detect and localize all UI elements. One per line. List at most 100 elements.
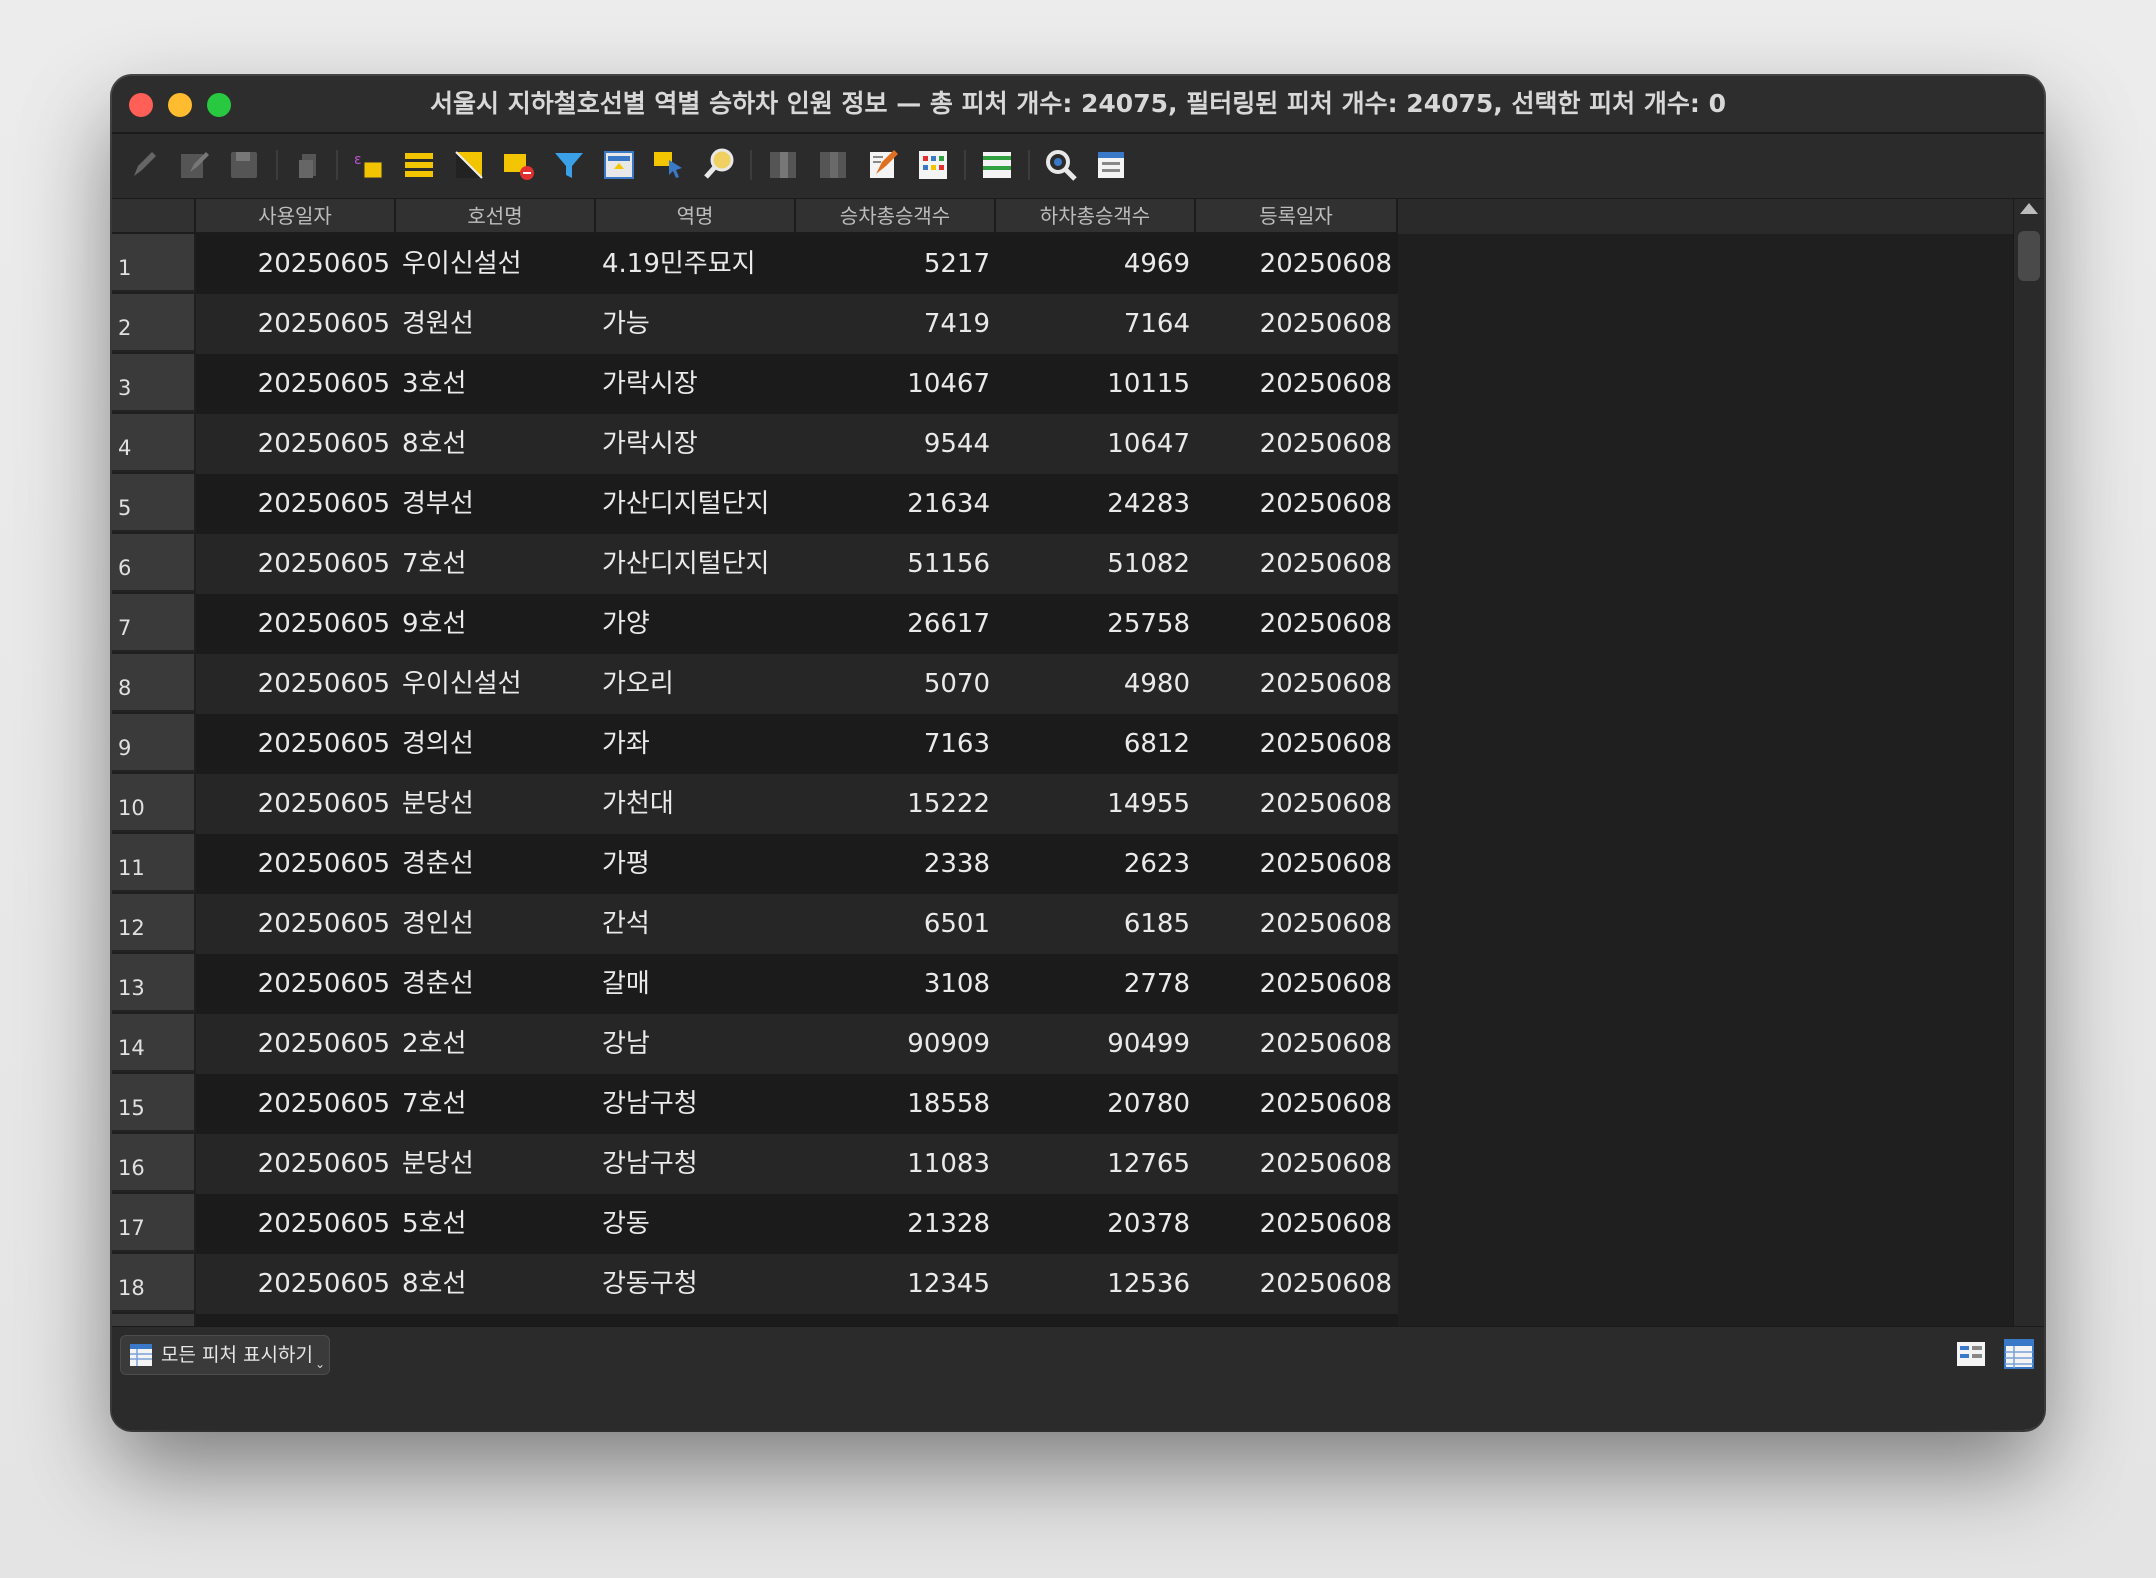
row-number-header[interactable]: 16 (112, 1134, 194, 1192)
table-row[interactable]: 2 20250605 경원선 가능 7419 7164 20250608 (112, 294, 2014, 354)
conditional-formatting-icon[interactable] (914, 146, 952, 184)
cell-등록일자[interactable]: 20250608 (1196, 1074, 1398, 1134)
cell-사용일자[interactable]: 20250605 (196, 234, 396, 294)
cell-역명[interactable]: 가산디지털단지 (596, 534, 796, 594)
cell-등록일자[interactable]: 20250608 (1196, 594, 1398, 654)
field-calculator-icon[interactable] (864, 146, 902, 184)
cell-하차총승객수[interactable]: 4980 (996, 654, 1196, 714)
cell-역명[interactable]: 강남구청 (596, 1134, 796, 1194)
cell-등록일자[interactable]: 20250608 (1196, 534, 1398, 594)
show-all-features-dropdown[interactable]: 모든 피처 표시하기 ⌄ (120, 1335, 330, 1375)
table-row[interactable]: 13 20250605 경춘선 갈매 3108 2778 20250608 (112, 954, 2014, 1014)
table-row[interactable]: 18 20250605 8호선 강동구청 12345 12536 20250608 (112, 1254, 2014, 1314)
cell-호선명[interactable]: 경인선 (396, 894, 596, 954)
pan-to-selection-icon[interactable] (650, 146, 688, 184)
cell-등록일자[interactable]: 20250608 (1196, 234, 1398, 294)
edit-pencil-icon[interactable] (126, 146, 164, 184)
cell-역명[interactable]: 강남 (596, 1014, 796, 1074)
row-number-header[interactable]: 11 (112, 834, 194, 892)
cell-사용일자[interactable]: 20250605 (196, 294, 396, 354)
cell-등록일자[interactable]: 20250608 (1196, 414, 1398, 474)
cell-등록일자[interactable]: 20250608 (1196, 714, 1398, 774)
column-header-승차총승객수[interactable]: 승차총승객수 (796, 199, 996, 234)
table-row[interactable]: 17 20250605 5호선 강동 21328 20378 20250608 (112, 1194, 2014, 1254)
column-header-호선명[interactable]: 호선명 (396, 199, 596, 234)
scrollbar-thumb[interactable] (2018, 231, 2040, 281)
cell-호선명[interactable]: 경원선 (396, 294, 596, 354)
cell-승차총승객수[interactable]: 9544 (796, 414, 996, 474)
cell-승차총승객수[interactable]: 21634 (796, 474, 996, 534)
cell-하차총승객수[interactable]: 51082 (996, 534, 1196, 594)
cell-호선명[interactable]: 8호선 (396, 414, 596, 474)
cell-사용일자[interactable]: 20250605 (196, 654, 396, 714)
cell-등록일자[interactable]: 20250608 (1196, 474, 1398, 534)
cell-승차총승객수[interactable]: 5217 (796, 234, 996, 294)
cell-역명[interactable]: 4.19민주묘지 (596, 234, 796, 294)
cell-사용일자[interactable]: 20250605 (196, 354, 396, 414)
cell-역명[interactable]: 가락시장 (596, 414, 796, 474)
cell-승차총승객수[interactable]: 6501 (796, 894, 996, 954)
cell-하차총승객수[interactable]: 4969 (996, 234, 1196, 294)
table-row[interactable]: 12 20250605 경인선 간석 6501 6185 20250608 (112, 894, 2014, 954)
cell-사용일자[interactable]: 20250605 (196, 1074, 396, 1134)
dock-table-icon[interactable] (978, 146, 1016, 184)
cell-호선명[interactable]: 분당선 (396, 774, 596, 834)
cell-역명[interactable]: 가오리 (596, 654, 796, 714)
row-number-header[interactable]: 9 (112, 714, 194, 772)
cell-역명[interactable]: 가천대 (596, 774, 796, 834)
cell-사용일자[interactable]: 20250605 (196, 714, 396, 774)
table-view-toggle-icon[interactable] (2002, 1337, 2036, 1371)
cell-사용일자[interactable]: 20250605 (196, 894, 396, 954)
cell-사용일자[interactable]: 20250605 (196, 414, 396, 474)
save-edits-icon[interactable] (226, 146, 264, 184)
cell-호선명[interactable]: 경춘선 (396, 954, 596, 1014)
cell-역명[interactable]: 갈매 (596, 954, 796, 1014)
cell-역명[interactable]: 가좌 (596, 714, 796, 774)
new-field-icon[interactable] (764, 146, 802, 184)
cell-승차총승객수[interactable]: 18558 (796, 1074, 996, 1134)
cell-승차총승객수[interactable]: 5070 (796, 654, 996, 714)
cell-호선명[interactable]: 7호선 (396, 1074, 596, 1134)
table-row[interactable]: 8 20250605 우이신설선 가오리 5070 4980 20250608 (112, 654, 2014, 714)
table-row[interactable]: 1 20250605 우이신설선 4.19민주묘지 5217 4969 20250608 (112, 234, 2014, 294)
row-number-header[interactable]: 5 (112, 474, 194, 532)
row-number-header[interactable]: 6 (112, 534, 194, 592)
table-row[interactable]: 4 20250605 8호선 가락시장 9544 10647 20250608 (112, 414, 2014, 474)
table-row[interactable]: 14 20250605 2호선 강남 90909 90499 20250608 (112, 1014, 2014, 1074)
cell-하차총승객수[interactable]: 7164 (996, 294, 1196, 354)
cell-사용일자[interactable]: 20250605 (196, 954, 396, 1014)
cell-승차총승객수[interactable]: 2338 (796, 834, 996, 894)
cell-승차총승객수[interactable]: 7419 (796, 294, 996, 354)
cell-하차총승객수[interactable]: 2623 (996, 834, 1196, 894)
scroll-up-arrow-icon[interactable] (2020, 203, 2038, 214)
cell-하차총승객수[interactable]: 12765 (996, 1134, 1196, 1194)
cell-역명[interactable]: 가락시장 (596, 354, 796, 414)
row-number-header[interactable]: 17 (112, 1194, 194, 1252)
filter-selection-icon[interactable] (550, 146, 588, 184)
cell-사용일자[interactable]: 20250605 (196, 1194, 396, 1254)
cell-하차총승객수[interactable]: 2778 (996, 954, 1196, 1014)
cell-역명[interactable]: 강남구청 (596, 1074, 796, 1134)
cell-역명[interactable]: 가능 (596, 294, 796, 354)
select-by-expression-icon[interactable]: ε (350, 146, 388, 184)
cell-호선명[interactable]: 7호선 (396, 534, 596, 594)
cell-승차총승객수[interactable]: 90909 (796, 1014, 996, 1074)
cell-사용일자[interactable]: 20250605 (196, 1134, 396, 1194)
cell-사용일자[interactable]: 20250605 (196, 594, 396, 654)
cell-등록일자[interactable]: 20250608 (1196, 1134, 1398, 1194)
multi-edit-icon[interactable] (176, 146, 214, 184)
cell-하차총승객수[interactable]: 20780 (996, 1074, 1196, 1134)
cell-등록일자[interactable]: 20250608 (1196, 954, 1398, 1014)
row-number-header[interactable]: 10 (112, 774, 194, 832)
vertical-scrollbar[interactable] (2013, 199, 2044, 1430)
column-header-하차총승객수[interactable]: 하차총승객수 (996, 199, 1196, 234)
cell-하차총승객수[interactable]: 24283 (996, 474, 1196, 534)
cell-하차총승객수[interactable]: 25758 (996, 594, 1196, 654)
select-all-icon[interactable] (400, 146, 438, 184)
cell-호선명[interactable]: 5호선 (396, 1194, 596, 1254)
deselect-all-icon[interactable] (500, 146, 538, 184)
cell-호선명[interactable]: 2호선 (396, 1014, 596, 1074)
column-header-역명[interactable]: 역명 (596, 199, 796, 234)
cell-역명[interactable]: 강동 (596, 1194, 796, 1254)
cell-승차총승객수[interactable]: 11083 (796, 1134, 996, 1194)
